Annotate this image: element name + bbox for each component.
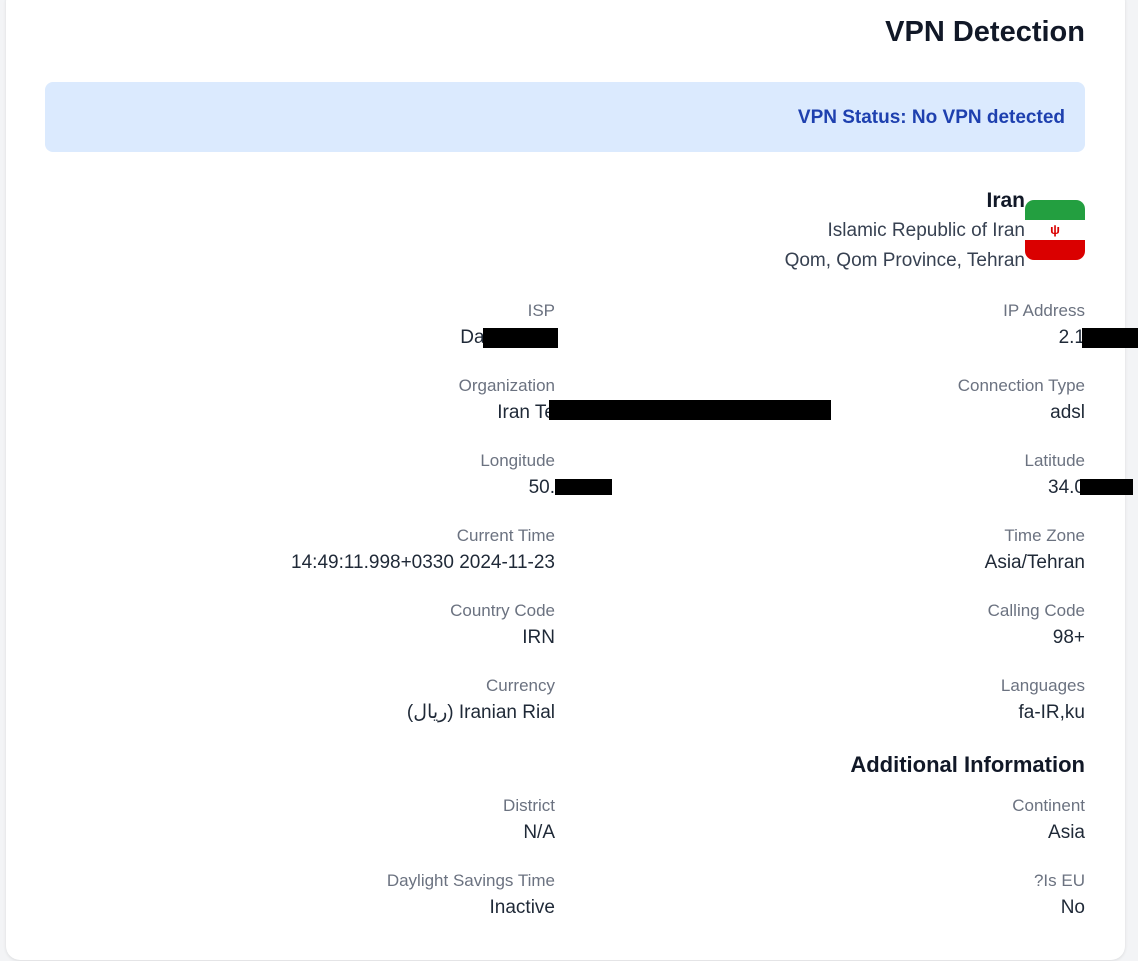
continent-label: Continent	[1012, 796, 1085, 815]
country-official-name: Islamic Republic of Iran	[827, 220, 1025, 241]
redaction-bar	[1080, 479, 1134, 495]
redaction-bar	[483, 328, 558, 348]
location-place: Qom, Qom Province, Tehran	[784, 250, 1025, 271]
current-time-label: Current Time	[456, 526, 555, 545]
continent-field: Continent Asia	[1012, 794, 1085, 848]
ip-address-label: IP Address	[1003, 301, 1085, 320]
ip-address-field: IP Address 2.1	[1003, 299, 1138, 353]
connection-type-value: adsl	[1050, 402, 1085, 423]
vpn-status-banner: VPN Status: No VPN detected	[45, 82, 1085, 152]
time-zone-value: Asia/Tehran	[984, 552, 1085, 573]
longitude-label: Longitude	[480, 451, 555, 470]
latitude-field: Latitude 34.0	[1024, 449, 1134, 503]
redaction-bar	[1081, 328, 1138, 348]
current-time-value: 14:49:11.998+0330 2024-11-23	[291, 552, 555, 573]
country-code-label: Country Code	[450, 601, 555, 620]
isp-label: ISP	[527, 301, 555, 320]
languages-label: Languages	[1000, 676, 1085, 695]
is-eu-field: ?Is EU No	[1034, 869, 1085, 923]
redaction-bar	[549, 400, 832, 420]
longitude-field: Longitude 50.	[480, 449, 612, 503]
connection-type-label: Connection Type	[957, 376, 1085, 395]
country-code-value: IRN	[522, 627, 555, 648]
is-eu-label: ?Is EU	[1033, 871, 1085, 890]
time-zone-label: Time Zone	[1004, 526, 1085, 545]
daylight-savings-field: Daylight Savings Time Inactive	[387, 869, 555, 923]
vpn-status-text: VPN Status: No VPN detected	[797, 107, 1065, 128]
longitude-value: 50.	[529, 473, 612, 503]
isp-value: Data Office	[460, 323, 558, 353]
daylight-savings-value: Inactive	[489, 897, 555, 918]
district-label: District	[503, 796, 555, 815]
currency-field: Currency (ريال) Iranian Rial	[407, 674, 555, 728]
calling-code-label: Calling Code	[987, 601, 1085, 620]
organization-label: Organization	[458, 376, 555, 395]
languages-value: fa-IR,ku	[1018, 702, 1085, 723]
time-zone-field: Time Zone Asia/Tehran	[985, 524, 1085, 578]
daylight-savings-label: Daylight Savings Time	[386, 871, 555, 890]
page-title: VPN Detection	[885, 16, 1085, 48]
location-summary: Iran Islamic Republic of Iran Qom, Qom P…	[785, 186, 1025, 276]
latitude-value: 34.0	[1048, 473, 1134, 503]
latitude-label: Latitude	[1024, 451, 1086, 470]
calling-code-value: 98+	[1052, 627, 1085, 648]
country-code-field: Country Code IRN	[450, 599, 555, 653]
currency-value: (ريال) Iranian Rial	[406, 702, 555, 723]
connection-type-field: Connection Type adsl	[958, 374, 1085, 428]
district-field: District N/A	[503, 794, 555, 848]
district-value: N/A	[523, 822, 555, 843]
iran-flag-icon: ψ	[1025, 200, 1085, 260]
is-eu-value: No	[1060, 897, 1085, 918]
additional-information-heading: Additional Information	[850, 752, 1085, 777]
ip-address-value: 2.1	[1059, 323, 1138, 353]
current-time-field: Current Time 14:49:11.998+0330 2024-11-2…	[291, 524, 555, 578]
country-name: Iran	[986, 189, 1025, 212]
languages-field: Languages fa-IR,ku	[1001, 674, 1085, 728]
organization-value: Iran Te	[497, 398, 832, 428]
redaction-bar	[554, 479, 612, 495]
calling-code-field: Calling Code 98+	[988, 599, 1085, 653]
currency-label: Currency	[486, 676, 555, 695]
isp-field: ISP Data Office	[460, 299, 558, 353]
organization-field: Organization Iran Te	[458, 374, 832, 428]
continent-value: Asia	[1048, 822, 1085, 843]
